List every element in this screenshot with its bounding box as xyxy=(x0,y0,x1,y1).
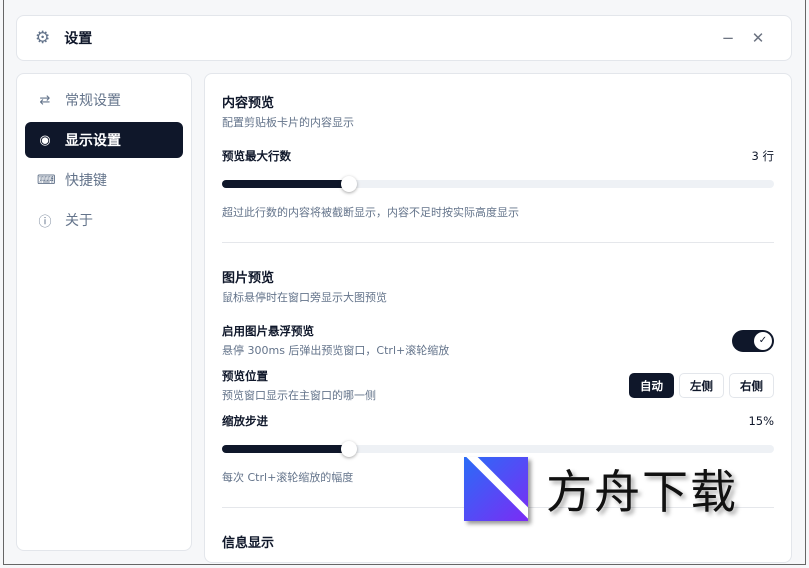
sidebar: ⇄ 常规设置 ◉ 显示设置 ⌨ 快捷键 ⓘ 关于 xyxy=(16,73,192,551)
zoom-step-slider[interactable] xyxy=(222,441,774,457)
max-lines-label: 预览最大行数 xyxy=(222,149,291,163)
check-icon: ✓ xyxy=(754,331,772,350)
sidebar-item-label: 关于 xyxy=(65,213,93,229)
position-left-button[interactable]: 左侧 xyxy=(679,373,724,398)
section-title: 信息显示 xyxy=(222,536,275,551)
section-desc: 配置剪贴板卡片的内容显示 xyxy=(222,116,354,129)
sidebar-item-shortcuts[interactable]: ⌨ 快捷键 xyxy=(25,162,183,198)
float-preview-desc: 悬停 300ms 后弹出预览窗口，Ctrl+滚轮缩放 xyxy=(222,344,450,357)
keyboard-icon: ⌨ xyxy=(37,172,56,188)
max-lines-hint: 超过此行数的内容将被截断显示，内容不足时按实际高度显示 xyxy=(222,206,519,219)
sidebar-item-general[interactable]: ⇄ 常规设置 xyxy=(25,82,183,118)
slider-thumb[interactable] xyxy=(340,441,357,457)
max-lines-slider[interactable] xyxy=(222,176,774,192)
float-preview-label: 启用图片悬浮预览 xyxy=(222,324,314,338)
close-button[interactable]: ✕ xyxy=(743,29,773,47)
watermark-logo xyxy=(464,457,528,521)
position-auto-button[interactable]: 自动 xyxy=(629,373,674,398)
position-selector: 自动 左侧 右侧 xyxy=(629,373,774,398)
slider-thumb[interactable] xyxy=(340,176,357,192)
sidebar-item-label: 快捷键 xyxy=(65,173,107,189)
position-right-button[interactable]: 右侧 xyxy=(729,373,774,398)
eye-icon: ◉ xyxy=(39,132,51,148)
title-bar: ⚙ 设置 − ✕ xyxy=(16,15,792,61)
watermark: 方舟下载 xyxy=(464,456,738,522)
float-preview-toggle[interactable]: ✓ xyxy=(732,329,774,352)
sidebar-item-label: 显示设置 xyxy=(65,133,121,149)
divider xyxy=(222,242,774,243)
section-title: 图片预览 xyxy=(222,271,275,286)
sidebar-item-label: 常规设置 xyxy=(65,93,121,109)
section-desc: 鼠标悬停时在窗口旁显示大图预览 xyxy=(222,291,387,304)
info-icon: ⓘ xyxy=(38,214,52,230)
zoom-step-value: 15% xyxy=(748,414,774,428)
section-title: 内容预览 xyxy=(222,96,275,111)
sidebar-item-about[interactable]: ⓘ 关于 xyxy=(25,202,183,238)
watermark-text: 方舟下载 xyxy=(546,465,738,519)
gear-icon: ⚙ xyxy=(35,28,51,48)
sliders-icon: ⇄ xyxy=(39,92,51,108)
minimize-button[interactable]: − xyxy=(713,29,743,47)
zoom-step-label: 缩放步进 xyxy=(222,414,268,428)
window-title: 设置 xyxy=(64,31,93,47)
max-lines-value: 3 行 xyxy=(751,149,774,163)
position-desc: 预览窗口显示在主窗口的哪一侧 xyxy=(222,389,376,402)
position-label: 预览位置 xyxy=(222,369,268,383)
sidebar-item-display[interactable]: ◉ 显示设置 xyxy=(25,122,183,158)
